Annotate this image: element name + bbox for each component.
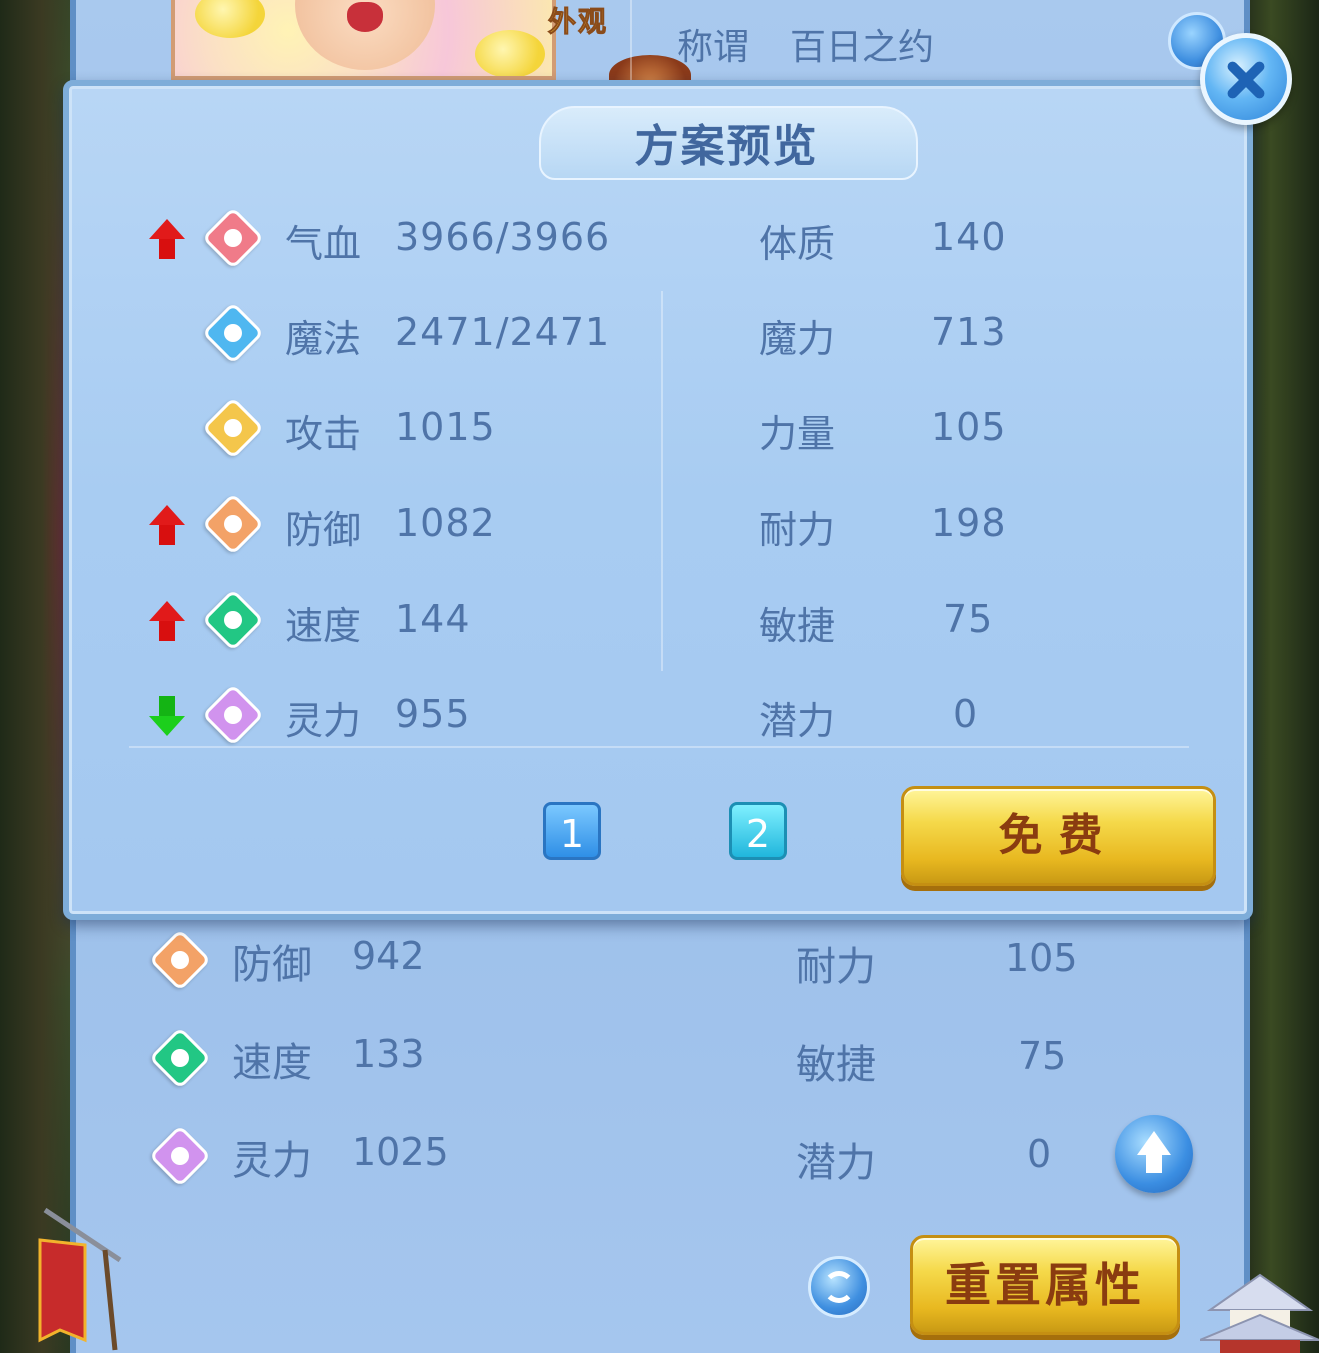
stat-value: 144 <box>395 597 471 641</box>
stat-value: 942 <box>352 934 425 978</box>
shield-icon <box>201 492 265 556</box>
stat-value: 1082 <box>395 501 496 545</box>
scheme-preview-dialog: 方案预览 气血 3966/3966 魔法 2471/2471 攻击 1015 防… <box>63 80 1253 920</box>
stat-value: 955 <box>395 692 471 736</box>
stat-row-attack: 攻击 1015 <box>149 391 669 461</box>
attr-label: 耐力 <box>759 508 836 552</box>
attr-value: 140 <box>931 215 1007 259</box>
stat-row-mp: 魔法 2471/2471 <box>149 296 669 366</box>
stat-row-hp: 气血 3966/3966 <box>149 201 669 271</box>
stat-value: 3966/3966 <box>395 215 611 259</box>
attr-value: 105 <box>931 405 1007 449</box>
banner-flag-icon <box>38 1207 122 1351</box>
scheme-page-1-button[interactable]: 1 <box>543 802 601 860</box>
attribute-row-defense: 防御 942 <box>148 928 452 992</box>
shield-icon <box>148 928 212 992</box>
attr-label: 力量 <box>759 412 836 456</box>
duck-pattern-icon <box>475 30 545 76</box>
attribute-row-spirit: 灵力 1025 <box>148 1124 452 1188</box>
attr-value: 0 <box>1027 1132 1052 1176</box>
title-value: 百日之约 <box>790 27 935 68</box>
appearance-tab[interactable]: 外观 <box>547 0 608 40</box>
arrow-up-icon <box>1137 1131 1171 1155</box>
title-label: 称谓 <box>677 27 750 68</box>
scheme-page-2-button[interactable]: 2 <box>729 802 787 860</box>
sword-icon <box>201 396 265 460</box>
stat-value: 1015 <box>395 405 496 449</box>
spirit-icon <box>201 683 265 747</box>
attr-value: 75 <box>943 597 994 641</box>
character-portrait <box>171 0 556 80</box>
reset-attributes-button[interactable]: 重置属性 <box>910 1235 1180 1335</box>
arrow-up-icon <box>149 601 185 641</box>
attr-label: 潜力 <box>759 699 836 743</box>
close-button[interactable] <box>1200 33 1292 125</box>
speed-icon <box>201 588 265 652</box>
attr-label: 魔力 <box>759 317 836 361</box>
stat-row-spirit: 灵力 955 <box>149 678 669 748</box>
attr-label: 潜力 <box>796 1140 876 1186</box>
arrow-up-icon <box>149 219 185 259</box>
heart-icon <box>201 206 265 270</box>
attr-value: 713 <box>931 310 1007 354</box>
stat-label: 灵力 <box>232 1138 312 1184</box>
background-scene-left <box>0 0 70 1353</box>
free-apply-button[interactable]: 免费 <box>901 786 1216 886</box>
arrow-up-icon <box>149 505 185 545</box>
stat-label: 速度 <box>285 604 362 648</box>
stat-label: 攻击 <box>285 412 362 456</box>
character-mouth <box>347 2 383 32</box>
attr-value: 75 <box>1018 1034 1067 1078</box>
refresh-icon <box>823 1271 855 1303</box>
attr-label: 耐力 <box>796 944 876 990</box>
stat-row-defense: 防御 1082 <box>149 487 669 557</box>
stat-label: 灵力 <box>285 699 362 743</box>
arrow-down-icon <box>149 696 185 736</box>
stat-value: 133 <box>352 1032 425 1076</box>
stat-value: 2471/2471 <box>395 310 611 354</box>
stat-value: 1025 <box>352 1130 449 1174</box>
character-title-row: 称谓 百日之约 <box>630 0 1142 80</box>
attr-value: 198 <box>931 501 1007 545</box>
stat-label: 气血 <box>285 222 362 266</box>
attr-label: 体质 <box>759 222 836 266</box>
spirit-icon <box>148 1124 212 1188</box>
attribute-row-speed: 速度 133 <box>148 1026 452 1090</box>
stat-label: 速度 <box>232 1040 312 1086</box>
stat-row-speed: 速度 144 <box>149 583 669 653</box>
mana-icon <box>201 301 265 365</box>
dialog-title: 方案预览 <box>634 121 819 172</box>
stat-label: 魔法 <box>285 317 362 361</box>
attr-value: 105 <box>1005 936 1078 980</box>
stat-label: 防御 <box>285 508 362 552</box>
add-point-button[interactable] <box>1115 1115 1193 1193</box>
attr-label: 敏捷 <box>796 1042 876 1088</box>
duck-pattern-icon <box>195 0 265 38</box>
refresh-button[interactable] <box>808 1256 870 1318</box>
pagoda-icon <box>1200 1273 1319 1353</box>
attr-value: 0 <box>953 692 979 736</box>
stat-label: 防御 <box>232 942 312 988</box>
attr-label: 敏捷 <box>759 604 836 648</box>
speed-icon <box>148 1026 212 1090</box>
